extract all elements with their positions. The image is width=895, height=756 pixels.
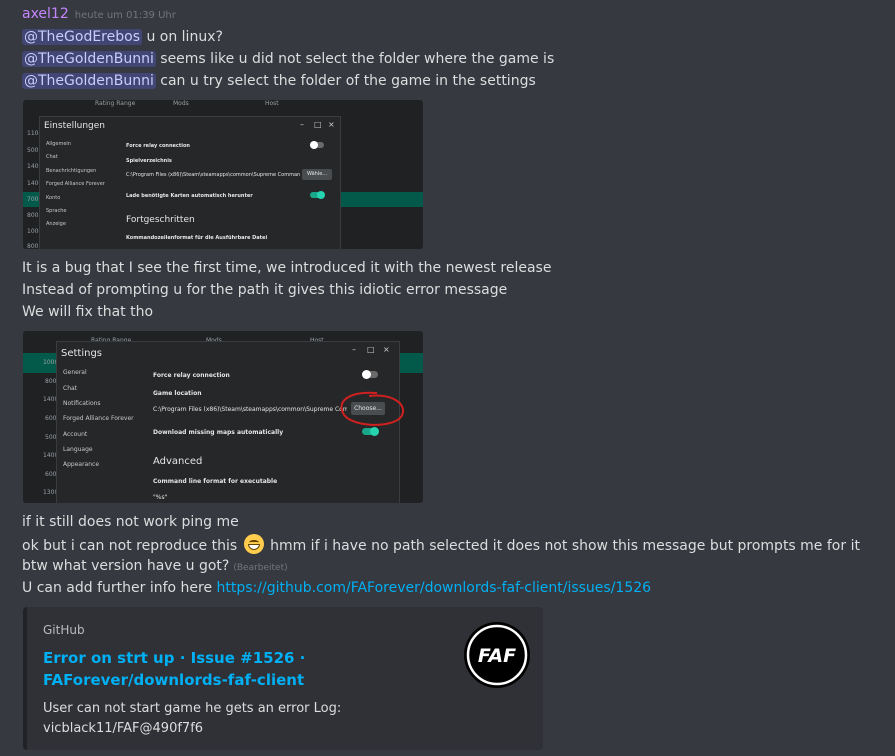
nav-item[interactable]: Account xyxy=(63,431,87,438)
message-text: can u try select the folder of the game … xyxy=(155,73,536,89)
side-number: 800 xyxy=(27,212,39,219)
link-embed: GitHub Error on strt up · Issue #1526 · … xyxy=(23,607,543,750)
message-line: U can add further info here https://gith… xyxy=(22,578,651,598)
nav-item[interactable]: Anzeige xyxy=(46,221,66,227)
cmd-value: "%s" xyxy=(153,494,168,501)
faf-logo-icon[interactable]: FAF xyxy=(463,621,531,689)
nav-item[interactable]: Chat xyxy=(63,385,77,392)
embed-description: User can not start game he gets an error… xyxy=(43,699,403,739)
close-icon[interactable]: × xyxy=(328,120,335,129)
nav-item[interactable]: Benachrichtigungen xyxy=(46,168,96,174)
nav-item[interactable]: Konto xyxy=(46,195,60,201)
screenshot-attachment-2[interactable]: Rating Range Mods Host 1000 800 1400 600… xyxy=(23,331,423,503)
download-toggle[interactable] xyxy=(310,191,325,199)
message-text: We will fix that tho xyxy=(22,304,154,320)
message-line: @TheGoldenBunni seems like u did not sel… xyxy=(22,49,554,69)
relay-label: Force relay connection xyxy=(126,143,190,149)
message-text: seems like u did not select the folder w… xyxy=(155,51,555,67)
message-line: @TheGodErebos u on linux? xyxy=(22,27,223,47)
nav-item[interactable]: Sprache xyxy=(46,208,66,214)
user-mention[interactable]: @TheGoldenBunni xyxy=(22,51,156,67)
close-icon[interactable]: × xyxy=(383,345,390,354)
nav-item[interactable]: General xyxy=(63,369,87,376)
game-path-field[interactable]: C:\Program Files (x86)\Steam\steamapps\c… xyxy=(126,172,300,178)
side-number: 600 xyxy=(45,471,57,478)
red-circle-annotation xyxy=(340,391,404,426)
game-path-field[interactable]: C:\Program Files (x86)\Steam\steamapps\c… xyxy=(153,406,347,413)
embed-description-line: User can not start game he gets an error… xyxy=(43,701,342,716)
maximize-icon[interactable]: □ xyxy=(367,345,375,354)
user-mention[interactable]: @TheGodErebos xyxy=(22,29,142,45)
nav-item[interactable]: Notifications xyxy=(63,400,101,407)
maximize-icon[interactable]: □ xyxy=(314,120,322,129)
header-col: Mods xyxy=(173,100,189,107)
dialog-title: Settings xyxy=(61,348,103,359)
message-text: u on linux? xyxy=(142,29,223,45)
relay-toggle[interactable] xyxy=(310,141,324,149)
screenshot-attachment-1[interactable]: Rating Range Mods Host 1100 500 1400 140… xyxy=(23,100,423,249)
message-line: ok but i can not reproduce this hmm if i… xyxy=(22,534,860,556)
settings-dialog: Einstellungen – □ × Allgemein Chat Benac… xyxy=(39,116,341,249)
relay-toggle[interactable] xyxy=(362,370,378,379)
user-mention[interactable]: @TheGoldenBunni xyxy=(22,73,156,89)
message-text: U can add further info here xyxy=(22,580,217,596)
header-col: Rating Range xyxy=(95,100,136,107)
folder-label: Game location xyxy=(153,390,202,397)
choose-button[interactable]: Wähle... xyxy=(302,169,332,180)
message-header: axel12 heute um 01:39 Uhr xyxy=(22,6,176,24)
grinning-emoji-icon[interactable] xyxy=(243,534,264,554)
username[interactable]: axel12 xyxy=(22,6,69,22)
nav-item[interactable]: Forged Alliance Forever xyxy=(63,415,134,422)
logo-text: FAF xyxy=(478,645,516,667)
issue-link[interactable]: https://github.com/FAForever/downlords-f… xyxy=(217,580,652,596)
side-number: 700 xyxy=(27,196,39,203)
embed-provider: GitHub xyxy=(43,623,85,637)
timestamp: heute um 01:39 Uhr xyxy=(74,10,176,21)
side-number: 500 xyxy=(27,147,39,154)
nav-item[interactable]: Language xyxy=(63,446,93,453)
message-text: if it still does not work ping me xyxy=(22,514,239,530)
side-number: 800 xyxy=(27,243,39,249)
minimize-icon[interactable]: – xyxy=(300,120,304,129)
message-text: It is a bug that I see the first time, w… xyxy=(22,260,552,276)
nav-item[interactable]: Appearance xyxy=(63,461,99,468)
side-number: 800 xyxy=(45,378,57,385)
nav-item[interactable]: Allgemein xyxy=(46,141,71,147)
cmd-label: Command line format for executable xyxy=(153,478,278,485)
minimize-icon[interactable]: – xyxy=(352,345,356,354)
side-number: 600 xyxy=(45,415,57,422)
relay-label: Force relay connection xyxy=(153,372,230,379)
cmd-label: Kommandozeilenformat für die Ausführbare… xyxy=(126,235,268,241)
download-label: Lade benötigte Karten automatisch herunt… xyxy=(126,193,253,199)
nav-item[interactable]: Forged Alliance Forever xyxy=(46,181,105,187)
embed-title[interactable]: Error on strt up · Issue #1526 · FAForev… xyxy=(43,647,443,691)
message-text: hmm if i have no path selected it does n… xyxy=(270,538,860,554)
edited-marker: (Bearbeitet) xyxy=(233,563,288,573)
dialog-title: Einstellungen xyxy=(44,121,106,131)
message-text: ok but i can not reproduce this xyxy=(22,538,238,554)
download-label: Download missing maps automatically xyxy=(153,429,284,436)
section-heading: Advanced xyxy=(153,456,203,467)
message-line: btw what version have u got? (Bearbeitet) xyxy=(22,556,288,578)
folder-label: Spielverzeichnis xyxy=(126,158,172,164)
header-col: Host xyxy=(265,100,279,107)
embed-description-line: vicblack11/FAF@490f7f6 xyxy=(43,721,204,736)
message-text: Instead of prompting u for the path it g… xyxy=(22,282,508,298)
section-heading: Fortgeschritten xyxy=(126,215,195,225)
message-text: btw what version have u got? xyxy=(22,558,230,574)
nav-item[interactable]: Chat xyxy=(46,154,58,160)
side-number: 500 xyxy=(45,434,57,441)
message-line: @TheGoldenBunni can u try select the fol… xyxy=(22,71,536,91)
